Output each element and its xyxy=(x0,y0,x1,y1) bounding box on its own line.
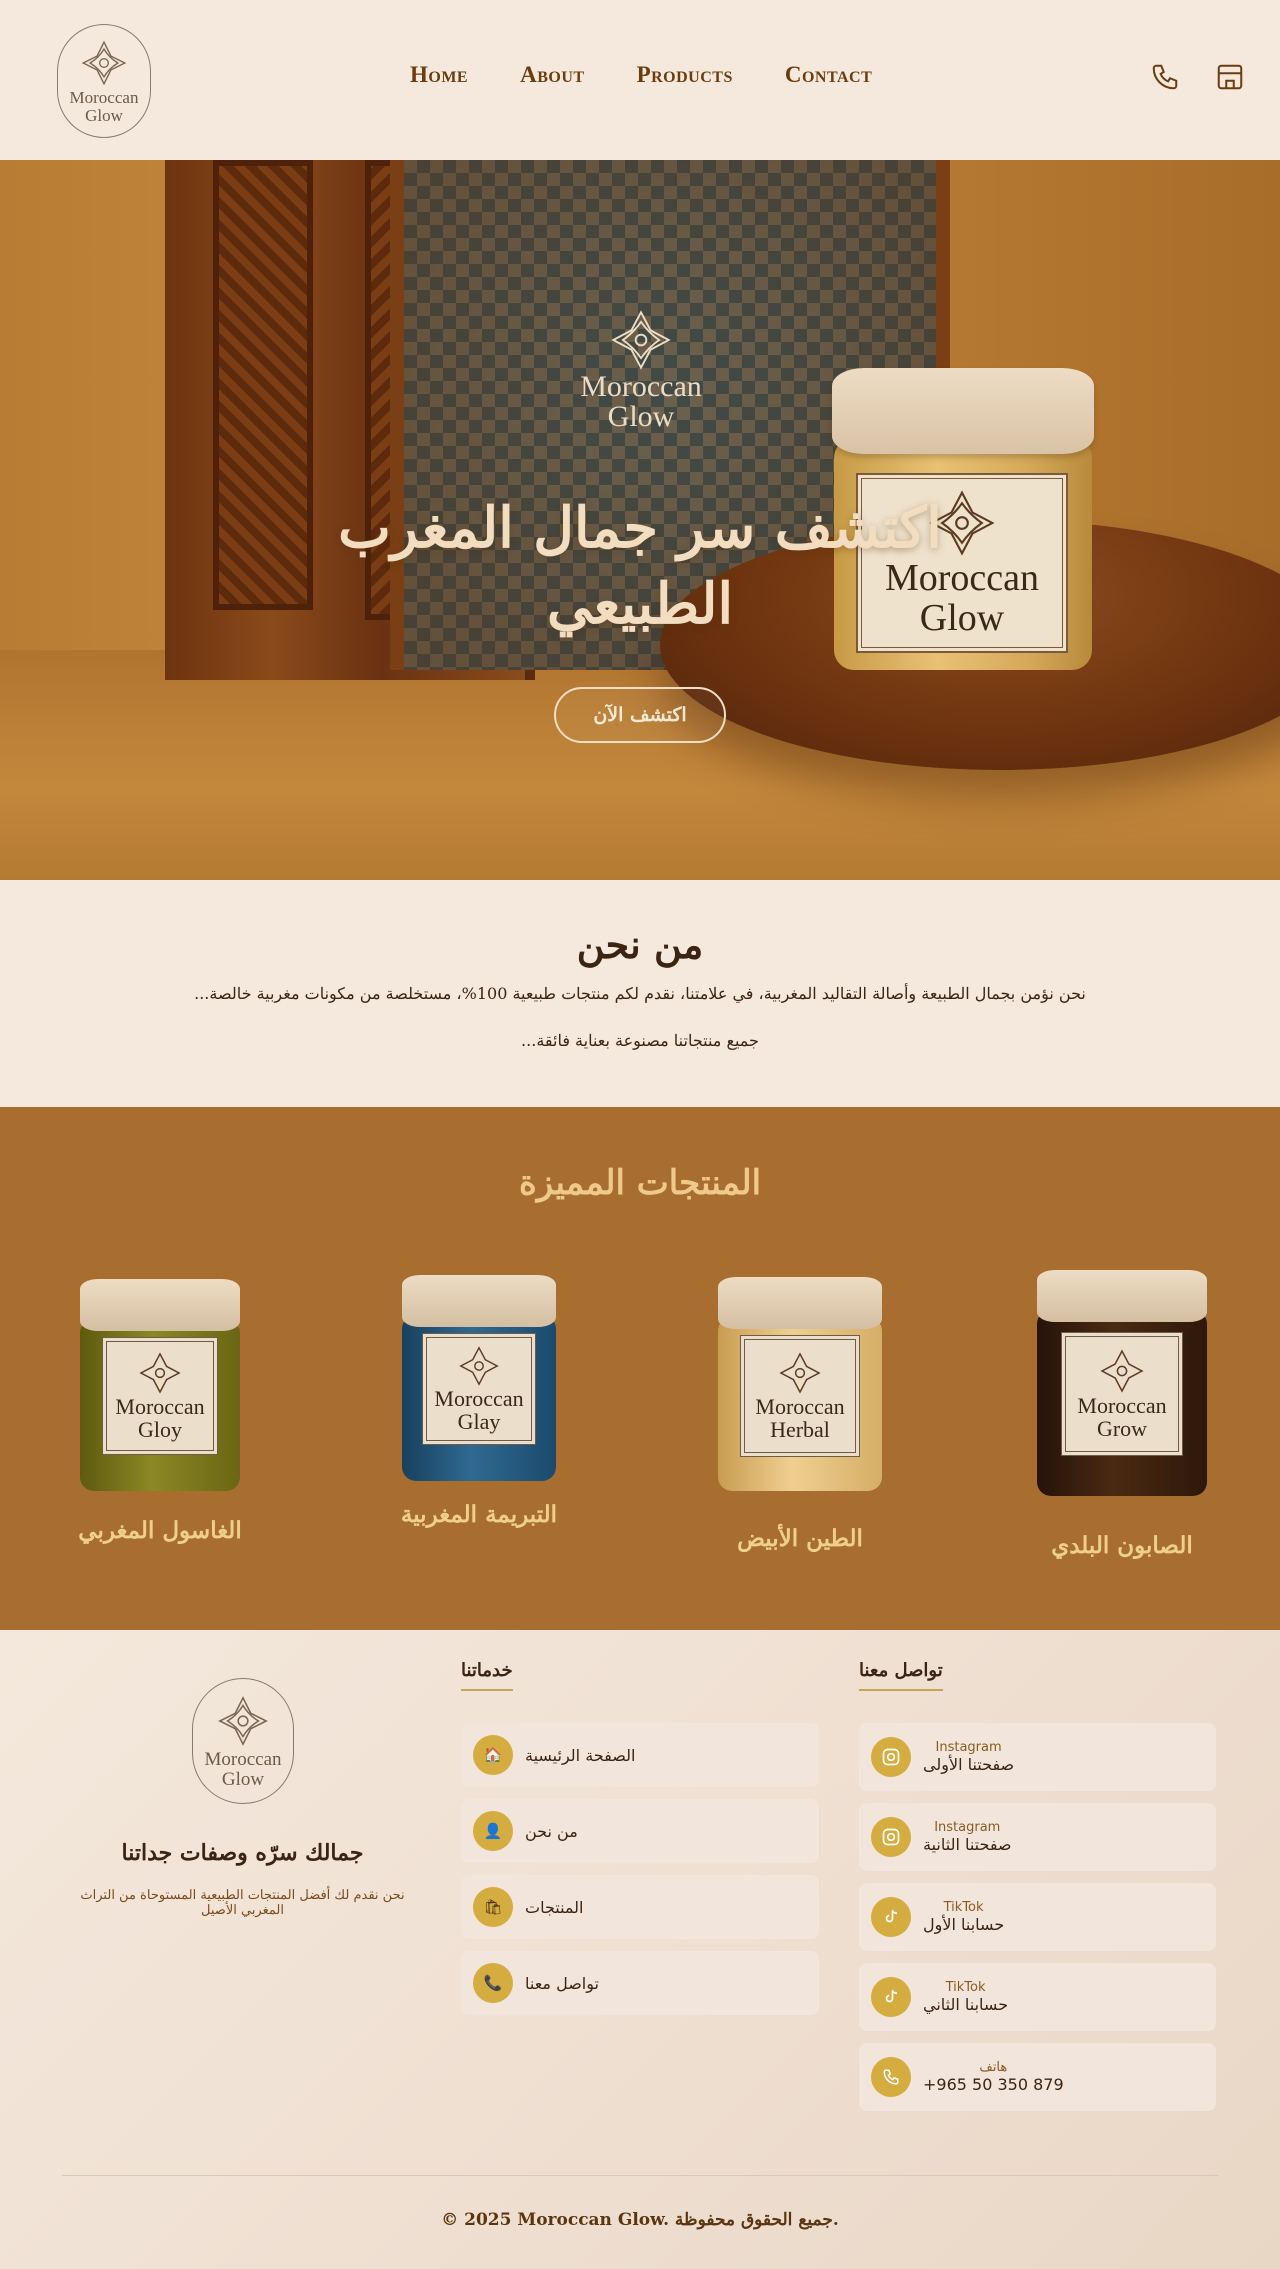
featured-title: المنتجات المميزة xyxy=(518,1163,762,1203)
footer-description: نحن نقدم لك أفضل المنتجات الطبيعية المست… xyxy=(80,1888,405,1918)
services-heading: خدماتنا xyxy=(461,1660,513,1691)
product-name[interactable]: التبريمة المغربية xyxy=(379,1501,579,1528)
contact-tiktok-2[interactable]: TikTok حسابنا الثاني xyxy=(859,1963,1216,2031)
service-label: الصفحة الرئيسية xyxy=(525,1745,636,1765)
nav-home[interactable]: Home xyxy=(410,62,468,88)
footer-logo-line2: Glow xyxy=(221,1769,265,1790)
nav-products[interactable]: Products xyxy=(637,62,733,88)
featured-products-section: المنتجات المميزة Moroccan Gloy الغاسول ا… xyxy=(0,1107,1280,1630)
footer-divider xyxy=(62,2175,1218,2176)
ornament-icon xyxy=(779,1352,821,1394)
contact-platform: TikTok xyxy=(943,1900,984,1915)
tiktok-icon xyxy=(871,1897,911,1937)
hero-brand-logo: Moroccan Glow xyxy=(556,308,726,432)
about-title: من نحن xyxy=(576,922,704,967)
contact-platform: TikTok xyxy=(945,1980,986,1995)
product-label-line1: Moroccan xyxy=(755,1394,845,1419)
bag-icon: 🛍 xyxy=(473,1887,513,1927)
about-text-line1: ...نحن نؤمن بجمال الطبيعة وأصالة التقالي… xyxy=(194,984,1086,1003)
product-jar-image: Moroccan Glay xyxy=(402,1275,556,1481)
contact-platform: هاتف xyxy=(979,2060,1008,2075)
tiktok-icon xyxy=(871,1977,911,2017)
ornament-icon xyxy=(139,1352,181,1394)
product-label-line2: Grow xyxy=(1096,1416,1148,1441)
hero-section: Moroccan Glow Moroccan Glow اكتشف سر جما… xyxy=(0,160,1280,880)
product-label-line1: Moroccan xyxy=(434,1386,524,1411)
hero-logo-line2: Glow xyxy=(607,400,675,433)
logo-text-line2: Glow xyxy=(85,106,123,125)
hero-cta-button[interactable]: اكتشف الآن xyxy=(554,687,726,743)
ornament-icon xyxy=(1100,1349,1144,1393)
footer-brand-logo[interactable]: Moroccan Glow xyxy=(192,1678,294,1804)
ornament-icon xyxy=(611,310,671,370)
ornament-icon xyxy=(459,1346,499,1386)
phone-icon xyxy=(871,2057,911,2097)
contact-label: حسابنا الأول xyxy=(923,1915,1005,1934)
product-jar-image: Moroccan Grow xyxy=(1037,1270,1207,1496)
site-footer: Moroccan Glow جمالك سرّه وصفات جداتنا نح… xyxy=(0,1630,1280,2269)
product-card[interactable]: Moroccan Grow الصابون البلدي xyxy=(1022,1270,1222,1559)
product-label-line1: Moroccan xyxy=(1077,1393,1167,1418)
product-card[interactable]: Moroccan Herbal الطين الأبيض xyxy=(700,1277,900,1552)
instagram-icon xyxy=(871,1737,911,1777)
store-icon[interactable] xyxy=(1213,60,1247,94)
nav-about[interactable]: About xyxy=(520,62,584,88)
ornament-icon xyxy=(218,1696,268,1746)
contact-instagram-2[interactable]: Instagram صفحتنا الثانية xyxy=(859,1803,1216,1871)
instagram-icon xyxy=(871,1817,911,1857)
contact-label: حسابنا الثاني xyxy=(923,1995,1009,2014)
hero-title: اكتشف سر جمال المغرب الطبيعي xyxy=(338,495,942,637)
product-label-line2: Gloy xyxy=(138,1417,182,1442)
service-label: من نحن xyxy=(525,1821,578,1841)
product-name[interactable]: الغاسول المغربي xyxy=(60,1517,260,1544)
service-link-products[interactable]: 🛍 المنتجات xyxy=(461,1875,819,1939)
main-nav: Home About Products Contact xyxy=(410,62,872,88)
product-name[interactable]: الطين الأبيض xyxy=(700,1525,900,1552)
user-icon: 👤 xyxy=(473,1811,513,1851)
product-label-line2: Glay xyxy=(457,1409,501,1434)
phone-icon: 📞 xyxy=(473,1963,513,2003)
service-link-home[interactable]: 🏠 الصفحة الرئيسية xyxy=(461,1723,819,1787)
nav-contact[interactable]: Contact xyxy=(785,62,872,88)
contact-instagram-1[interactable]: Instagram صفحتنا الأولى xyxy=(859,1723,1216,1791)
copyright-text: © 2025 Moroccan Glow. جميع الحقوق محفوظة… xyxy=(441,2210,839,2230)
brand-logo[interactable]: Moroccan Glow xyxy=(57,24,151,138)
logo-text-line1: Moroccan xyxy=(69,88,139,107)
service-label: المنتجات xyxy=(525,1897,584,1917)
product-name[interactable]: الصابون البلدي xyxy=(1022,1532,1222,1559)
home-icon: 🏠 xyxy=(473,1735,513,1775)
product-card[interactable]: Moroccan Gloy الغاسول المغربي xyxy=(60,1279,260,1544)
phone-icon[interactable] xyxy=(1148,60,1182,94)
site-header: Moroccan Glow Home About Products Contac… xyxy=(0,0,1280,160)
contact-label: صفحتنا الثانية xyxy=(923,1835,1012,1854)
ornament-icon xyxy=(81,40,127,86)
service-label: تواصل معنا xyxy=(525,1973,599,1993)
contact-platform: Instagram xyxy=(935,1740,1002,1755)
about-text-line2: ...جميع منتجاتنا مصنوعة بعناية فائقة xyxy=(521,1031,759,1050)
contact-phone[interactable]: هاتف +965 50 350 879 xyxy=(859,2043,1216,2111)
contact-platform: Instagram xyxy=(934,1820,1001,1835)
product-jar-image: Moroccan Herbal xyxy=(718,1277,882,1491)
service-link-contact[interactable]: 📞 تواصل معنا xyxy=(461,1951,819,2015)
contact-heading: تواصل معنا xyxy=(859,1660,943,1691)
about-section: من نحن ...نحن نؤمن بجمال الطبيعة وأصالة … xyxy=(0,880,1280,1107)
footer-slogan: جمالك سرّه وصفات جداتنا xyxy=(121,1840,364,1866)
contact-tiktok-1[interactable]: TikTok حسابنا الأول xyxy=(859,1883,1216,1951)
hero-logo-line1: Moroccan xyxy=(580,370,702,403)
product-jar-image: Moroccan Gloy xyxy=(80,1279,240,1491)
product-label-line1: Moroccan xyxy=(115,1394,205,1419)
footer-logo-line1: Moroccan xyxy=(204,1749,282,1770)
product-label-line2: Herbal xyxy=(770,1417,830,1442)
contact-label: صفحتنا الأولى xyxy=(923,1755,1015,1774)
service-link-about[interactable]: 👤 من نحن xyxy=(461,1799,819,1863)
contact-label: +965 50 350 879 xyxy=(923,2075,1064,2094)
product-card[interactable]: Moroccan Glay التبريمة المغربية xyxy=(379,1275,579,1528)
